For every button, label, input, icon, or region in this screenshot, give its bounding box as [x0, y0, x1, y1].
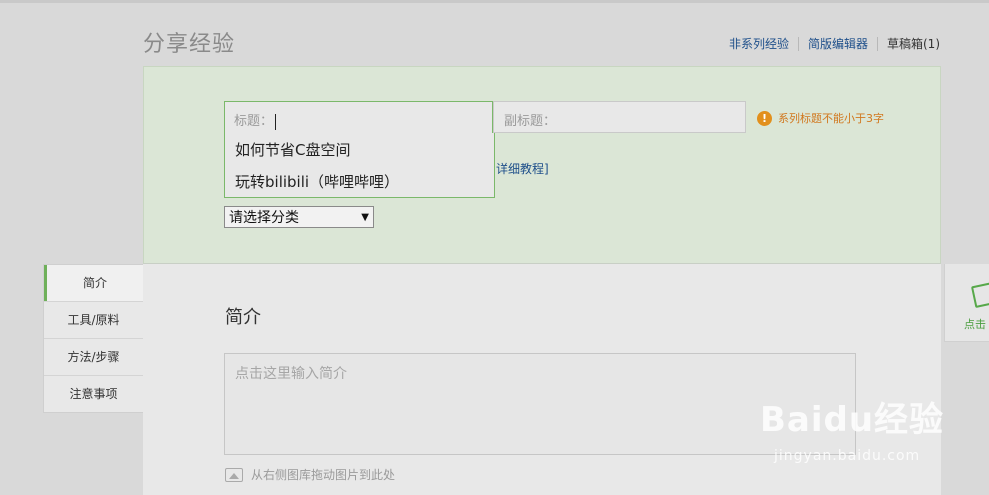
- baidu-watermark: Baidu经验 jingyan.baidu.com: [760, 392, 945, 464]
- suggestion-item[interactable]: 玩转bilibili（哔哩哔哩）: [225, 165, 494, 197]
- drag-image-hint: 从右侧图库拖动图片到此处: [225, 466, 395, 483]
- side-nav-item-intro[interactable]: 简介: [44, 265, 143, 301]
- intro-placeholder: 点击这里输入简介: [235, 366, 347, 382]
- page-title: 分享经验: [143, 32, 236, 57]
- watermark-brand: Baidu经验: [760, 400, 945, 440]
- suggestion-item[interactable]: 如何节省C盘空间: [225, 133, 494, 165]
- side-nav-item-steps[interactable]: 方法/步骤: [44, 338, 143, 375]
- right-gallery-panel[interactable]: 点击: [944, 264, 989, 342]
- simple-editor-link[interactable]: 简版编辑器: [797, 37, 877, 51]
- image-icon: [225, 467, 243, 482]
- subtitle-placeholder: 副标题：: [504, 114, 557, 129]
- drag-hint-text: 从右侧图库拖动图片到此处: [251, 468, 396, 482]
- subtitle-input[interactable]: 副标题：: [493, 101, 746, 133]
- gallery-label: 点击: [964, 318, 986, 331]
- watermark-url: jingyan.baidu.com: [774, 448, 921, 464]
- title-warning: ! 系列标题不能小于3字: [757, 110, 884, 126]
- category-select[interactable]: 请选择分类 ▼: [224, 206, 374, 228]
- section-title: 简介: [225, 307, 261, 328]
- side-nav-item-tools[interactable]: 工具/原料: [44, 301, 143, 338]
- text-caret: [275, 113, 277, 130]
- category-selected: 请选择分类: [229, 210, 299, 226]
- gallery-icon: [970, 281, 989, 309]
- side-nav-item-notes[interactable]: 注意事项: [44, 375, 143, 412]
- top-links: 非系列经验 简版编辑器 草稿箱(1): [729, 37, 940, 51]
- side-nav: 简介 工具/原料 方法/步骤 注意事项: [43, 264, 143, 413]
- drafts-link[interactable]: 草稿箱(1): [877, 37, 940, 51]
- title-suggestions: 如何节省C盘空间 玩转bilibili（哔哩哔哩）: [224, 133, 495, 198]
- top-border: [0, 0, 989, 3]
- title-placeholder: 标题：: [234, 114, 274, 129]
- warning-text: 系列标题不能小于3字: [778, 112, 884, 125]
- non-series-link[interactable]: 非系列经验: [729, 37, 798, 51]
- tutorial-link[interactable]: 详细教程]: [496, 160, 549, 177]
- dropdown-arrow-icon: ▼: [361, 211, 369, 223]
- title-input[interactable]: 标题：: [224, 101, 493, 133]
- warning-icon: !: [757, 110, 772, 126]
